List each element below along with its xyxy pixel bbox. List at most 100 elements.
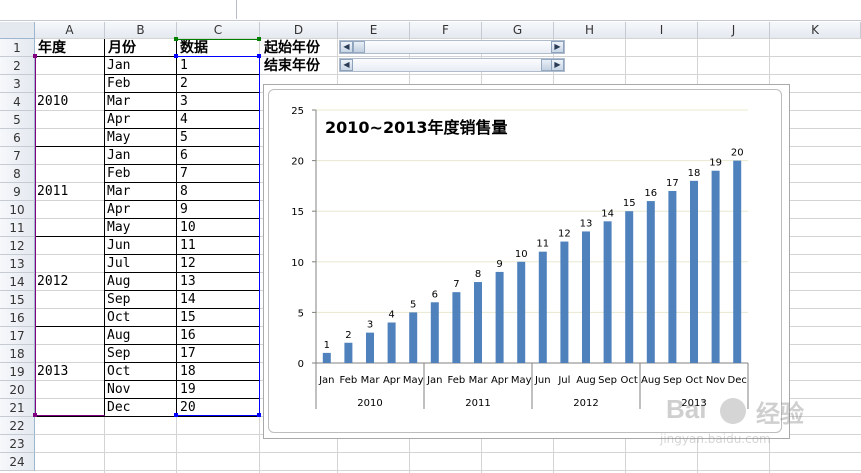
row-header-19[interactable]: 19 xyxy=(0,363,35,381)
month-cell[interactable]: Jun xyxy=(107,237,130,255)
selection-handle[interactable] xyxy=(174,413,178,417)
start-year-scrollbar[interactable]: ◀ ▶ xyxy=(339,40,565,54)
value-cell[interactable]: 15 xyxy=(180,309,196,327)
row-header-3[interactable]: 3 xyxy=(0,75,35,93)
row-header-15[interactable]: 15 xyxy=(0,291,35,309)
row-header-20[interactable]: 20 xyxy=(0,381,35,399)
row-header-7[interactable]: 7 xyxy=(0,147,35,165)
column-header-e[interactable]: E xyxy=(338,22,410,39)
month-cell[interactable]: Jan xyxy=(107,57,130,75)
selection-handle[interactable] xyxy=(257,37,261,41)
month-cell[interactable]: Mar xyxy=(107,183,130,201)
end-year-scrollbar[interactable]: ◀ ▶ xyxy=(339,58,565,72)
row-header-13[interactable]: 13 xyxy=(0,255,35,273)
selection-handle[interactable] xyxy=(33,54,37,58)
value-cell[interactable]: 1 xyxy=(180,57,188,75)
row-header-1[interactable]: 1 xyxy=(0,39,35,57)
scroll-right-button[interactable]: ▶ xyxy=(551,41,564,53)
value-cell[interactable]: 16 xyxy=(180,327,196,345)
row-header-9[interactable]: 9 xyxy=(0,183,35,201)
row-header-8[interactable]: 8 xyxy=(0,165,35,183)
value-cell[interactable]: 8 xyxy=(180,183,188,201)
month-cell[interactable]: Sep xyxy=(107,291,130,309)
scroll-left-button[interactable]: ◀ xyxy=(340,59,353,71)
row-header-16[interactable]: 16 xyxy=(0,309,35,327)
selection-handle[interactable] xyxy=(174,37,178,41)
column-header-f[interactable]: F xyxy=(410,22,482,39)
column-header-i[interactable]: I xyxy=(626,22,698,39)
row-header-5[interactable]: 5 xyxy=(0,111,35,129)
value-cell[interactable]: 13 xyxy=(180,273,196,291)
month-cell[interactable]: Aug xyxy=(107,327,130,345)
row-header-11[interactable]: 11 xyxy=(0,219,35,237)
row-header-24[interactable]: 24 xyxy=(0,453,35,471)
month-cell[interactable]: Nov xyxy=(107,381,130,399)
formula-bar[interactable] xyxy=(0,0,861,21)
select-all-corner[interactable] xyxy=(0,22,35,39)
row-header-2[interactable]: 2 xyxy=(0,57,35,75)
month-cell[interactable]: Oct xyxy=(107,309,130,327)
month-cell[interactable]: Apr xyxy=(107,201,130,219)
selection-handle[interactable] xyxy=(174,54,178,58)
column-header-g[interactable]: G xyxy=(482,22,554,39)
value-cell[interactable]: 6 xyxy=(180,147,188,165)
name-box[interactable] xyxy=(0,0,237,19)
value-cell[interactable]: 7 xyxy=(180,165,188,183)
column-header-a[interactable]: A xyxy=(35,22,105,39)
value-cell[interactable]: 17 xyxy=(180,345,196,363)
row-header-10[interactable]: 10 xyxy=(0,201,35,219)
month-cell[interactable]: Oct xyxy=(107,363,130,381)
value-cell[interactable]: 18 xyxy=(180,363,196,381)
column-header-b[interactable]: B xyxy=(105,22,177,39)
value-cell[interactable]: 14 xyxy=(180,291,196,309)
month-cell[interactable]: Mar xyxy=(107,93,130,111)
row-header-6[interactable]: 6 xyxy=(0,129,35,147)
year-cell[interactable]: 2013 xyxy=(37,363,68,381)
value-cell[interactable]: 5 xyxy=(180,129,188,147)
value-cell[interactable]: 12 xyxy=(180,255,196,273)
month-cell[interactable]: May xyxy=(107,129,130,147)
year-cell[interactable]: 2010 xyxy=(37,93,68,111)
column-header-h[interactable]: H xyxy=(554,22,626,39)
month-cell[interactable]: Apr xyxy=(107,111,130,129)
row-header-4[interactable]: 4 xyxy=(0,93,35,111)
month-cell[interactable]: May xyxy=(107,219,130,237)
header-year[interactable]: 年度 xyxy=(38,39,66,57)
column-header-k[interactable]: K xyxy=(770,22,861,39)
header-data[interactable]: 数据 xyxy=(180,39,208,57)
value-cell[interactable]: 3 xyxy=(180,93,188,111)
chart-area[interactable] xyxy=(268,89,782,433)
row-header-12[interactable]: 12 xyxy=(0,237,35,255)
header-month[interactable]: 月份 xyxy=(108,39,136,57)
value-cell[interactable]: 11 xyxy=(180,237,196,255)
value-cell[interactable]: 9 xyxy=(180,201,188,219)
month-cell[interactable]: Aug xyxy=(107,273,130,291)
column-header-c[interactable]: C xyxy=(177,22,260,39)
scroll-thumb[interactable] xyxy=(353,41,365,53)
scroll-right-button[interactable]: ▶ xyxy=(551,59,564,71)
row-header-22[interactable]: 22 xyxy=(0,417,35,435)
year-cell[interactable]: 2012 xyxy=(37,273,68,291)
year-cell[interactable]: 2011 xyxy=(37,183,68,201)
row-header-21[interactable]: 21 xyxy=(0,399,35,417)
value-cell[interactable]: 4 xyxy=(180,111,188,129)
month-cell[interactable]: Dec xyxy=(107,399,130,417)
month-cell[interactable]: Jan xyxy=(107,147,130,165)
selection-handle[interactable] xyxy=(257,54,261,58)
month-cell[interactable]: Jul xyxy=(107,255,130,273)
scroll-left-button[interactable]: ◀ xyxy=(340,41,353,53)
value-cell[interactable]: 2 xyxy=(180,75,188,93)
month-cell[interactable]: Sep xyxy=(107,345,130,363)
selection-handle[interactable] xyxy=(257,413,261,417)
selection-handle[interactable] xyxy=(33,413,37,417)
month-cell[interactable]: Feb xyxy=(107,75,130,93)
row-header-14[interactable]: 14 xyxy=(0,273,35,291)
row-header-23[interactable]: 23 xyxy=(0,435,35,453)
row-header-18[interactable]: 18 xyxy=(0,345,35,363)
month-cell[interactable]: Feb xyxy=(107,165,130,183)
column-header-d[interactable]: D xyxy=(260,22,338,39)
column-header-j[interactable]: J xyxy=(698,22,770,39)
row-header-17[interactable]: 17 xyxy=(0,327,35,345)
value-cell[interactable]: 19 xyxy=(180,381,196,399)
value-cell[interactable]: 10 xyxy=(180,219,196,237)
